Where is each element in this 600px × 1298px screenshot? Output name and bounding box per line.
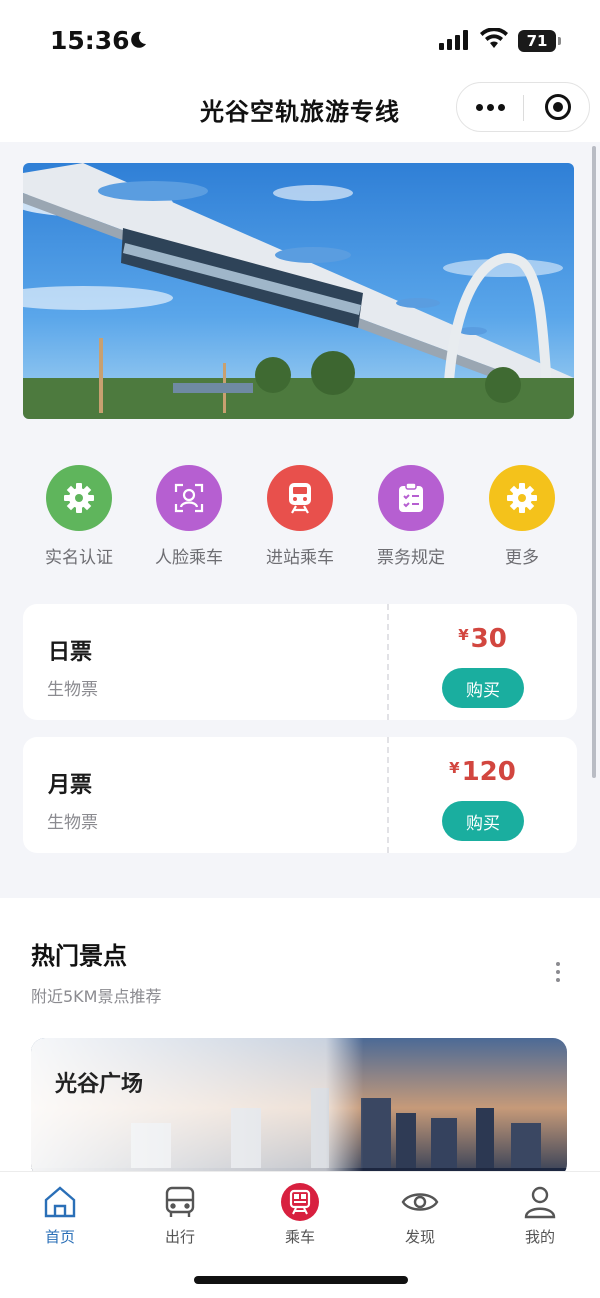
buy-button[interactable]: 购买 [442, 801, 524, 841]
moon-icon [131, 31, 146, 48]
wifi-icon [480, 28, 508, 48]
close-mini-program-button[interactable] [524, 83, 591, 131]
ticket-divider [387, 737, 389, 853]
face-scan-icon [156, 465, 222, 531]
home-icon [40, 1182, 80, 1222]
signal-icon [439, 30, 468, 50]
attraction-card[interactable]: 光谷广场 [31, 1038, 567, 1178]
more-dot-icon [476, 103, 483, 111]
ride-qr-icon [280, 1182, 320, 1222]
quick-action-ticket-rules[interactable]: 票务规定 [356, 465, 466, 568]
quick-action-more[interactable]: 更多 [467, 465, 577, 568]
section-subtitle: 附近5KM景点推荐 [31, 987, 162, 1006]
ticket-card-day: 日票 生物票 ¥30 购买 [23, 604, 577, 720]
quick-action-face-ride[interactable]: 人脸乘车 [134, 465, 244, 568]
ticket-type: 生物票 [47, 813, 98, 833]
more-dot-icon [487, 103, 494, 111]
eye-icon [400, 1182, 440, 1222]
nav-bar: 光谷空轨旅游专线 [0, 80, 600, 142]
buy-button[interactable]: 购买 [442, 668, 524, 708]
user-icon [520, 1182, 560, 1222]
more-vertical-icon[interactable] [556, 962, 562, 986]
tab-label: 出行 [164, 1228, 195, 1246]
ticket-name: 月票 [48, 773, 93, 798]
ticket-divider [387, 604, 389, 720]
attraction-photo [31, 1038, 567, 1178]
tab-home[interactable]: 首页 [10, 1182, 110, 1247]
quick-action-label: 更多 [505, 548, 539, 568]
more-options-button[interactable] [457, 83, 524, 131]
price-value: 30 [470, 624, 507, 654]
quick-action-real-name[interactable]: 实名认证 [24, 465, 134, 568]
quick-action-label: 票务规定 [377, 548, 445, 568]
ticket-price: ¥30 [388, 624, 577, 654]
tab-label: 我的 [524, 1228, 555, 1246]
tab-travel[interactable]: 出行 [130, 1182, 230, 1247]
status-bar: 15:36 71 [0, 0, 600, 80]
home-indicator[interactable] [194, 1276, 408, 1284]
scrollbar[interactable] [592, 146, 596, 778]
tab-mine[interactable]: 我的 [490, 1182, 590, 1247]
battery-indicator: 71 [518, 30, 561, 52]
price-value: 120 [461, 757, 516, 787]
quick-action-label: 实名认证 [45, 548, 113, 568]
currency-symbol: ¥ [458, 626, 469, 644]
gear-icon [489, 465, 555, 531]
tab-label: 首页 [44, 1228, 75, 1246]
quick-action-enter-station[interactable]: 进站乘车 [245, 465, 355, 568]
more-dot-icon [498, 103, 505, 111]
bus-icon [160, 1182, 200, 1222]
target-icon [544, 94, 571, 120]
monorail-photo [23, 163, 574, 419]
tab-label: 乘车 [284, 1228, 315, 1246]
mini-program-capsule [456, 82, 590, 132]
gear-icon [46, 465, 112, 531]
tab-label: 发现 [404, 1228, 435, 1246]
attraction-name: 光谷广场 [55, 1072, 144, 1097]
train-icon [267, 465, 333, 531]
ticket-card-month: 月票 生物票 ¥120 购买 [23, 737, 577, 853]
quick-action-label: 进站乘车 [266, 548, 334, 568]
status-time: 15:36 [50, 26, 130, 55]
currency-symbol: ¥ [449, 759, 460, 777]
ticket-name: 日票 [48, 640, 93, 665]
clipboard-icon [378, 465, 444, 531]
ticket-type: 生物票 [47, 680, 98, 700]
tab-discover[interactable]: 发现 [370, 1182, 470, 1247]
ticket-price: ¥120 [388, 757, 577, 787]
section-title: 热门景点 [31, 942, 127, 970]
quick-action-label: 人脸乘车 [155, 548, 223, 568]
banner-image[interactable] [23, 163, 574, 419]
tab-ride[interactable]: 乘车 [250, 1182, 350, 1247]
